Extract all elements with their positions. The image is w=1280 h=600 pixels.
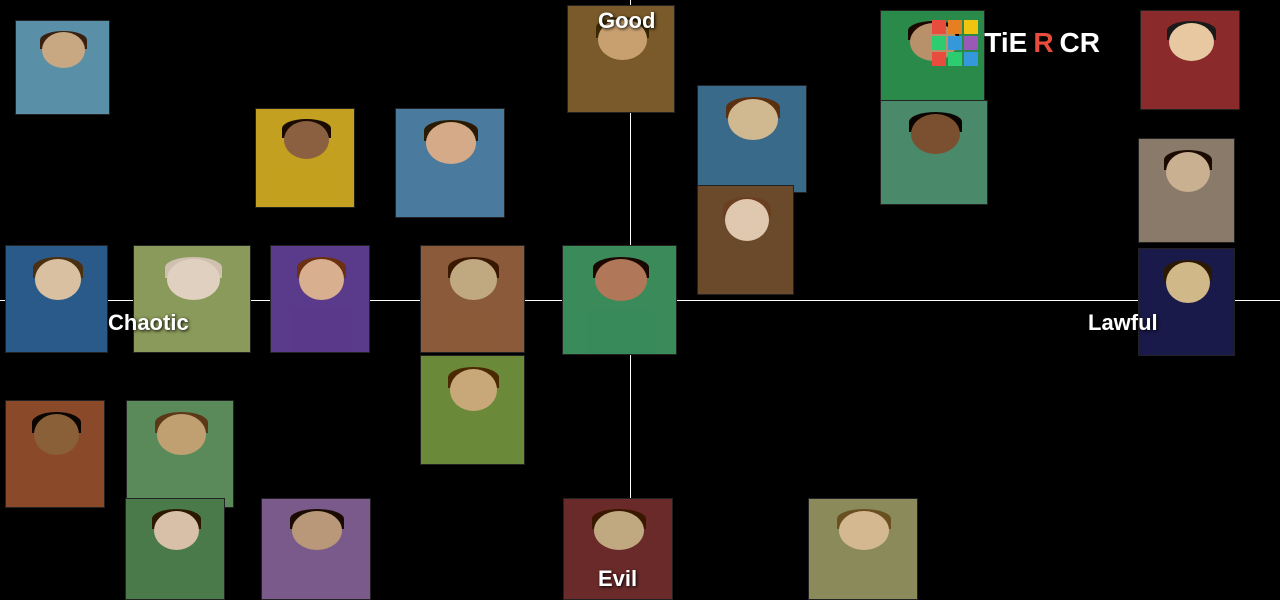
character-image — [255, 108, 355, 208]
logo-cell — [932, 36, 946, 50]
character-image — [133, 245, 251, 353]
logo-cell — [932, 20, 946, 34]
logo-cell — [948, 20, 962, 34]
logo-cr: CR — [1060, 27, 1100, 59]
character-image — [880, 100, 988, 205]
tiermaker-logo: TiE R CR — [932, 20, 1100, 66]
evil-label: Evil — [598, 566, 637, 592]
character-image — [15, 20, 110, 115]
logo-cell — [964, 36, 978, 50]
character-image — [125, 498, 225, 600]
character-image — [420, 355, 525, 465]
logo-text: TiE — [984, 27, 1027, 59]
character-image — [5, 245, 108, 353]
logo-cell — [964, 20, 978, 34]
logo-cell — [964, 52, 978, 66]
logo-cell — [948, 52, 962, 66]
character-image — [1138, 138, 1235, 243]
character-image — [1138, 248, 1235, 356]
logo-suffix: R — [1033, 27, 1053, 59]
character-image — [808, 498, 918, 600]
character-image — [395, 108, 505, 218]
character-image — [270, 245, 370, 353]
logo-cell — [932, 52, 946, 66]
character-image — [1140, 10, 1240, 110]
character-image — [562, 245, 677, 355]
lawful-label: Lawful — [1088, 310, 1158, 336]
character-image — [697, 85, 807, 193]
character-image — [420, 245, 525, 353]
logo-grid — [932, 20, 978, 66]
character-image — [126, 400, 234, 508]
chaotic-label: Chaotic — [108, 310, 189, 336]
character-image — [261, 498, 371, 600]
good-label: Good — [598, 8, 655, 34]
character-image — [697, 185, 794, 295]
logo-cell — [948, 36, 962, 50]
character-image — [5, 400, 105, 508]
